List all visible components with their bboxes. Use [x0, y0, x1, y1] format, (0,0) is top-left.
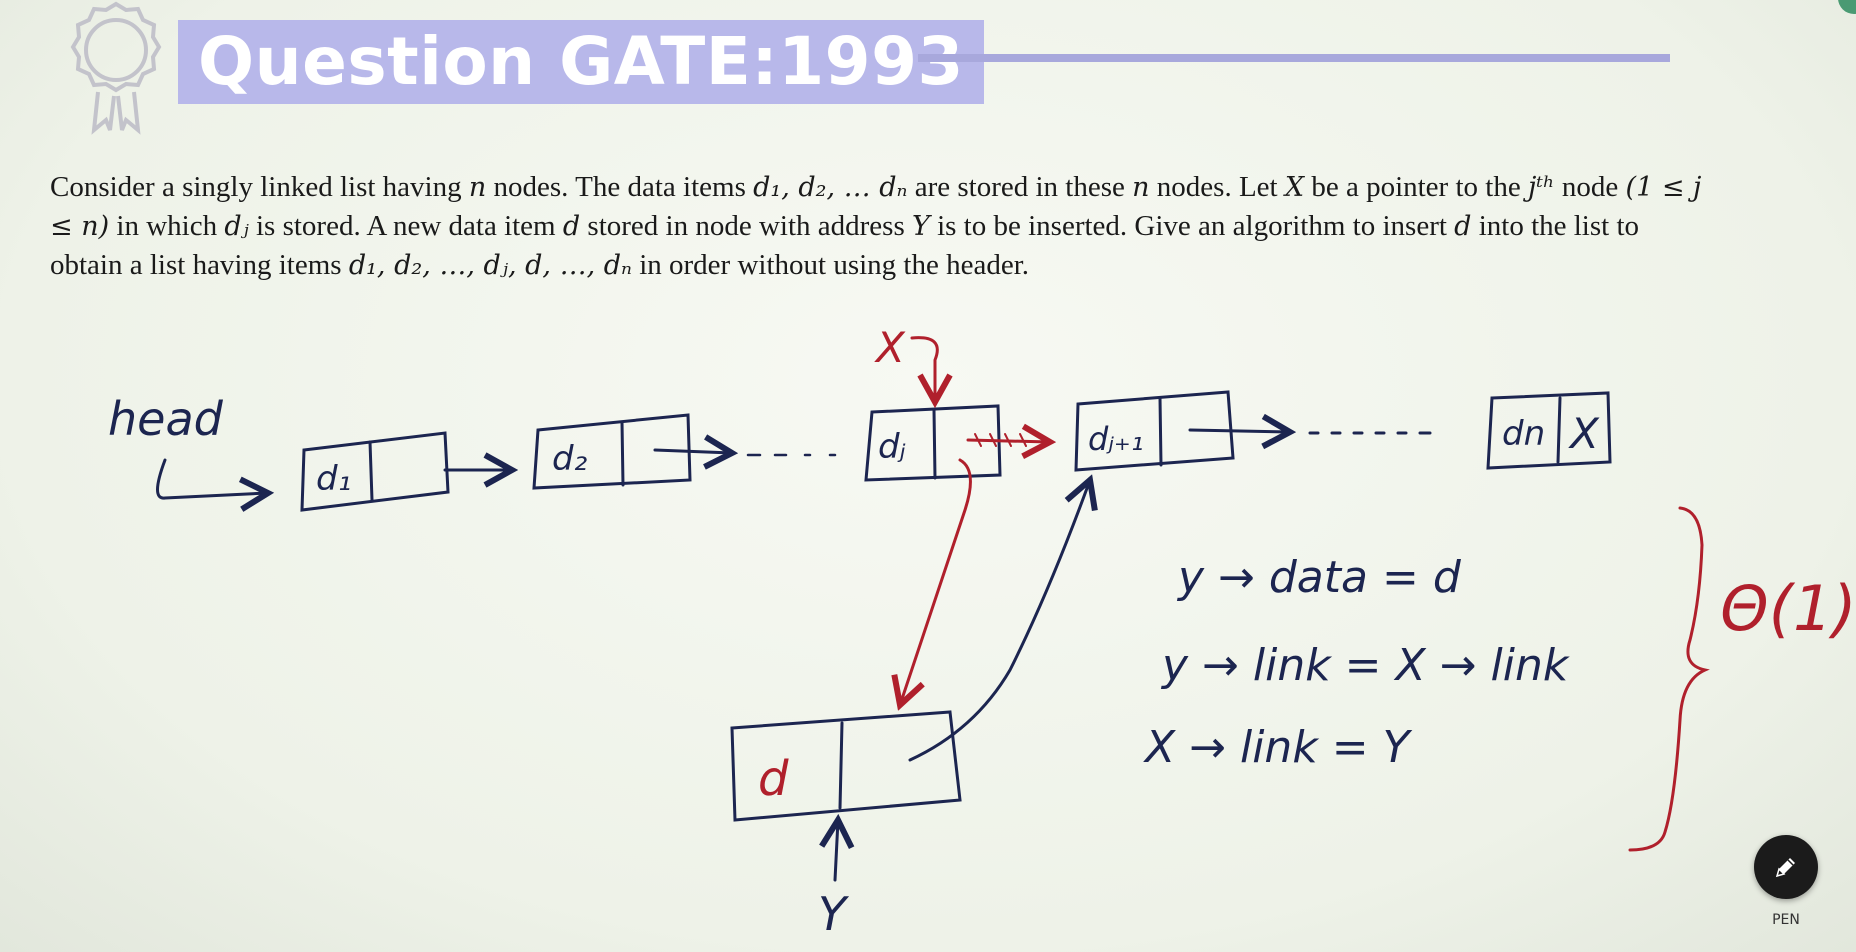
label-complexity: Θ(1) [1720, 572, 1856, 645]
node-dj-divider [932, 408, 937, 480]
label-node-dn: dn [1502, 414, 1545, 454]
pen-tool-label: PEN [1772, 912, 1800, 928]
label-node-dn-link: X [1568, 409, 1600, 458]
node-dj1-divider [1158, 396, 1163, 467]
node-d2-divider [620, 420, 625, 487]
pencil-icon [1775, 858, 1795, 878]
link-x-to-d [900, 458, 972, 705]
label-node-d1: d₁ [316, 459, 351, 499]
pointer-x-arrow [910, 336, 937, 402]
arrow-dj1-dots [1188, 430, 1290, 432]
node-d1-divider [368, 440, 374, 502]
label-node-dj1: dⱼ₊₁ [1088, 420, 1144, 458]
arrow-d2-dots [653, 450, 732, 453]
step-1: y → data = d [1176, 552, 1462, 603]
label-pointer-y: Y [818, 887, 850, 941]
head-arrow [156, 458, 269, 498]
link-d-to-dj1 [908, 480, 1090, 762]
node-dn-divider [1556, 396, 1562, 464]
step-3: X → link = Y [1143, 722, 1413, 773]
label-node-dj: dⱼ [878, 427, 906, 467]
pointer-y-arrow [835, 820, 838, 882]
label-node-d: d [758, 751, 789, 807]
node-d-divider [838, 721, 844, 810]
label-pointer-x: X [874, 323, 906, 372]
pen-tool-button[interactable] [1754, 835, 1818, 899]
complexity-brace [1628, 506, 1710, 852]
status-indicator-icon [1838, 0, 1856, 14]
handwriting-canvas: head d₁ d₂ dⱼ dⱼ₊₁ dn X Y y → data = d y… [108, 323, 1856, 941]
label-head: head [108, 392, 224, 446]
label-node-d2: d₂ [552, 439, 588, 479]
step-2: y → link = X → link [1160, 640, 1570, 691]
